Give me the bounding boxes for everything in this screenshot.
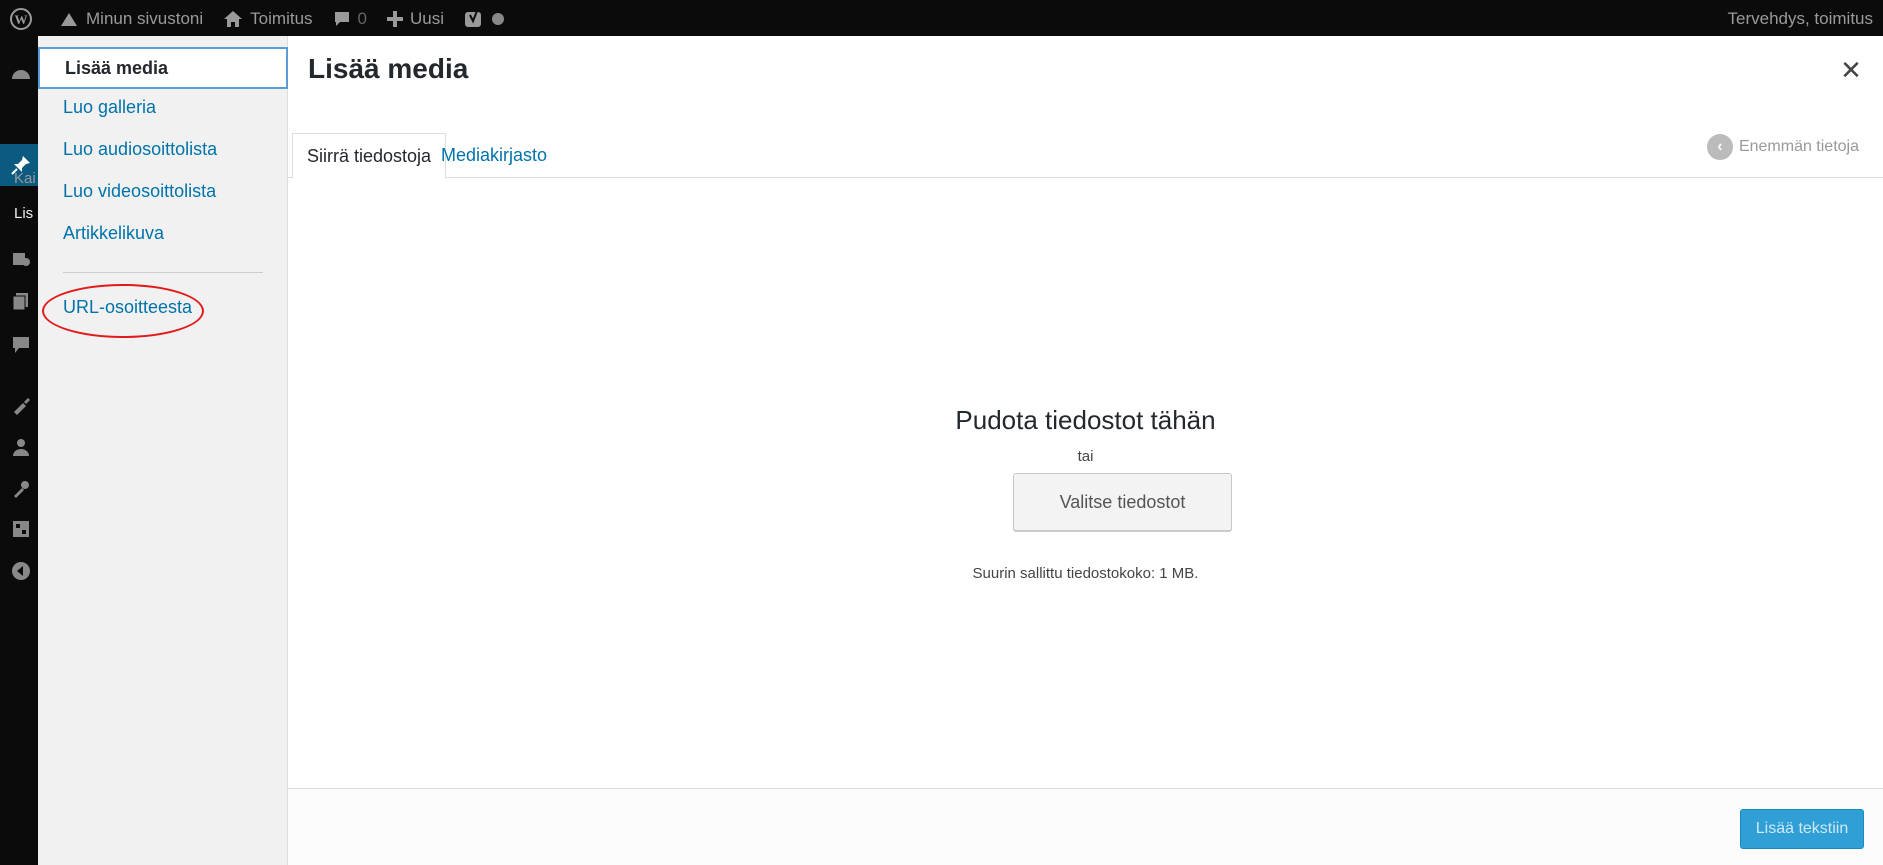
plus-icon	[387, 11, 403, 27]
media-modal: Lisää media Luo galleria Luo audiosoitto…	[38, 36, 1883, 865]
dashboard-icon[interactable]	[10, 64, 32, 86]
menu-item-add-media[interactable]: Lisää media	[38, 47, 288, 89]
collapse-menu-icon[interactable]	[10, 560, 32, 582]
site-name-link[interactable]: Minun sivustoni	[49, 0, 213, 38]
comments-link[interactable]: 0	[323, 0, 377, 38]
menu-separator	[63, 272, 263, 273]
menu-item-featured-image[interactable]: Artikkelikuva	[38, 212, 288, 254]
chevron-left-icon: ‹	[1706, 134, 1733, 160]
upload-dropzone[interactable]: Pudota tiedostot tähän tai Valitse tiedo…	[288, 179, 1883, 824]
yoast-menu[interactable]	[454, 0, 522, 38]
modal-title: Lisää media	[308, 53, 469, 84]
yoast-icon	[464, 9, 484, 29]
wordpress-logo-button[interactable]: W	[0, 0, 49, 38]
menu-item-create-video-playlist[interactable]: Luo videosoittolista	[38, 170, 288, 212]
insert-into-post-button[interactable]: Lisää tekstiin	[1740, 809, 1864, 849]
svg-text:W: W	[15, 12, 28, 27]
pages-icon[interactable]	[10, 290, 32, 312]
dashboard-home-icon	[59, 10, 79, 28]
menu-item-create-audio-playlist[interactable]: Luo audiosoittolista	[38, 128, 288, 170]
tools-icon[interactable]	[10, 478, 32, 500]
appearance-icon[interactable]	[10, 394, 32, 416]
settings-icon[interactable]	[10, 518, 32, 540]
greeting-label: Tervehdys, toimitus	[1727, 9, 1874, 28]
new-label: Uusi	[410, 9, 445, 28]
media-router: Siirrä tiedostoja Mediakirjasto ‹ Enemmä…	[288, 96, 1883, 179]
media-menu: Lisää media Luo galleria Luo audiosoitto…	[38, 36, 288, 865]
admin-bar: W Minun sivustoni Toimitus 0 Uusi Terveh…	[0, 0, 1883, 38]
menu-partial-text-2[interactable]: Lis	[14, 205, 33, 222]
account-greeting[interactable]: Tervehdys, toimitus	[1718, 0, 1883, 38]
admin-sidebar: Kai Lis	[0, 38, 38, 865]
media-toolbar: Lisää tekstiin	[288, 788, 1883, 865]
tab-upload-files[interactable]: Siirrä tiedostoja	[292, 133, 447, 179]
home-icon	[223, 10, 243, 28]
tab-media-library[interactable]: Mediakirjasto	[427, 133, 561, 178]
select-files-button[interactable]: Valitse tiedostot	[1013, 473, 1232, 531]
toimitus-label: Toimitus	[250, 9, 313, 28]
site-name-label: Minun sivustoni	[86, 9, 204, 28]
menu-item-create-gallery[interactable]: Luo galleria	[38, 86, 288, 128]
more-info-toggle[interactable]: ‹ Enemmän tietoja	[1706, 134, 1859, 160]
highlight-circle-annotation	[42, 284, 204, 338]
close-icon[interactable]: ✕	[1831, 50, 1871, 90]
media-icon[interactable]	[10, 248, 32, 270]
max-upload-size: Suurin sallittu tiedostokoko: 1 MB.	[972, 565, 1199, 582]
users-icon[interactable]	[10, 436, 32, 458]
toimitus-link[interactable]: Toimitus	[213, 0, 322, 38]
comments-icon[interactable]	[10, 334, 32, 356]
drop-instructions: Pudota tiedostot tähän	[955, 405, 1216, 435]
more-info-label: Enemmän tietoja	[1738, 138, 1859, 155]
comments-count: 0	[357, 9, 367, 28]
comment-icon	[333, 10, 351, 28]
status-dot-icon	[491, 12, 505, 26]
or-text: tai	[1077, 448, 1094, 465]
menu-partial-text-1[interactable]: Kai	[14, 170, 36, 187]
new-content-link[interactable]: Uusi	[377, 0, 454, 38]
wordpress-icon: W	[10, 8, 32, 30]
